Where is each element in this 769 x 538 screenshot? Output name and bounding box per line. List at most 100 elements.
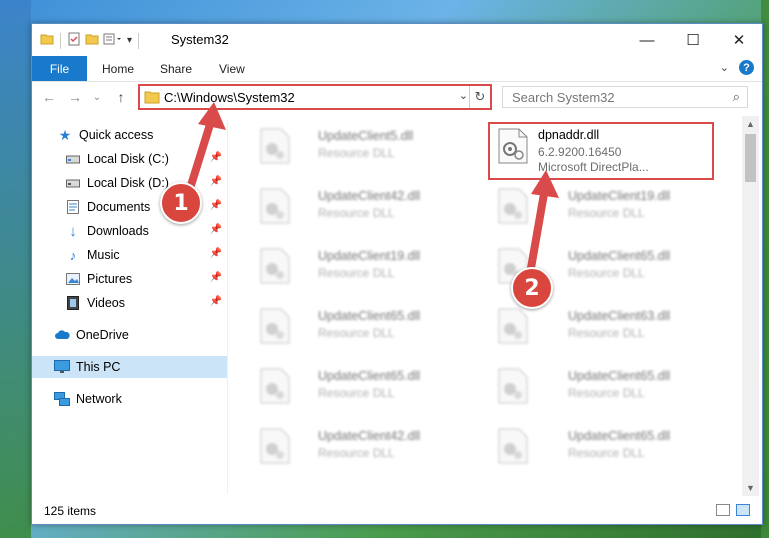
view-toggles	[716, 504, 750, 516]
refresh-icon: ↻	[474, 89, 486, 104]
file-name: UpdateClient65.dll	[568, 249, 671, 263]
quick-access-toolbar: ▾	[40, 32, 141, 49]
pin-icon[interactable]: 📌	[210, 296, 222, 307]
file-item[interactable]: UpdateClient42.dll Resource DLL	[252, 424, 472, 470]
window-title: System32	[171, 32, 229, 47]
file-item[interactable]: UpdateClient65.dll Resource DLL	[252, 364, 472, 410]
sidebar-item-label: This PC	[76, 360, 121, 374]
arrow-left-icon: ←	[42, 89, 56, 105]
file-type: Resource DLL	[568, 446, 645, 460]
cloud-icon	[54, 327, 70, 343]
pin-icon[interactable]: 📌	[210, 224, 222, 235]
file-item[interactable]: UpdateClient65.dll Resource DLL	[490, 424, 710, 470]
arrow-up-icon: ↑	[117, 89, 125, 105]
properties-icon[interactable]	[67, 32, 81, 49]
sidebar-item-this-pc[interactable]: This PC	[32, 356, 227, 378]
folder-icon	[40, 32, 54, 49]
tab-home[interactable]: Home	[102, 56, 134, 81]
file-name: UpdateClient63.dll	[568, 309, 671, 323]
chevron-down-icon: ⌄	[92, 91, 102, 103]
scroll-up-icon[interactable]: ▲	[742, 119, 759, 129]
search-icon: ⌕	[732, 89, 740, 104]
sidebar-item-downloads[interactable]: ↓ Downloads 📌	[32, 220, 227, 242]
dll-file-icon	[260, 368, 290, 404]
navigation-bar: ← → ⌄ ↑ C:\Windows\System32 ⌄ ↻ Search S…	[32, 82, 762, 114]
chevron-down-icon[interactable]: ⌄	[459, 89, 468, 102]
caption-buttons: — ☐ ✕	[624, 24, 762, 56]
sidebar-item-videos[interactable]: Videos 📌	[32, 292, 227, 314]
file-type: Resource DLL	[568, 206, 645, 220]
sidebar-item-label: Quick access	[79, 128, 154, 142]
status-bar: 125 items	[32, 498, 762, 524]
drive-icon	[65, 151, 81, 167]
dll-file-icon	[260, 308, 290, 344]
network-icon	[54, 391, 70, 407]
details-view-icon[interactable]	[716, 504, 730, 516]
minimize-icon: —	[639, 31, 655, 49]
file-type: Resource DLL	[318, 146, 395, 160]
file-item[interactable]: UpdateClient63.dll Resource DLL	[490, 304, 710, 350]
sidebar-item-label: Local Disk (D:)	[87, 176, 169, 190]
dll-file-icon	[498, 308, 528, 344]
customize-toolbar-icon[interactable]	[103, 32, 123, 49]
maximize-icon: ☐	[686, 32, 700, 49]
item-count: 125 items	[44, 504, 97, 518]
vertical-scrollbar[interactable]: ▲ ▼	[742, 116, 759, 496]
arrow-right-icon: →	[68, 89, 82, 105]
callout-badge-1: 1	[160, 182, 202, 224]
file-item[interactable]: UpdateClient65.dll Resource DLL	[252, 304, 472, 350]
file-name: UpdateClient65.dll	[568, 429, 671, 443]
file-item[interactable]: UpdateClient65.dll Resource DLL	[490, 364, 710, 410]
file-type: Resource DLL	[318, 326, 395, 340]
forward-button[interactable]: →	[66, 88, 84, 106]
refresh-button[interactable]: ↻	[469, 86, 490, 108]
tab-share[interactable]: Share	[160, 56, 192, 81]
dll-file-icon	[260, 428, 290, 464]
scroll-down-icon[interactable]: ▼	[742, 483, 759, 493]
tab-file[interactable]: File	[32, 56, 87, 81]
ribbon-tabs: File Home Share View ⌄ ?	[32, 56, 762, 82]
callout-arrow-2	[527, 170, 559, 272]
file-item[interactable]: UpdateClient42.dll Resource DLL	[252, 184, 472, 230]
title-bar: ▾ System32 — ☐ ✕	[32, 24, 762, 56]
expand-ribbon-icon[interactable]: ⌄	[720, 61, 729, 74]
ribbon-right: ⌄ ?	[720, 60, 754, 75]
minimize-button[interactable]: —	[624, 24, 670, 56]
dll-file-icon	[498, 428, 528, 464]
documents-icon	[65, 199, 81, 215]
sidebar-item-onedrive[interactable]: OneDrive	[32, 324, 227, 346]
file-type: Resource DLL	[568, 386, 645, 400]
pin-icon[interactable]: 📌	[210, 248, 222, 259]
dll-file-icon	[260, 188, 290, 224]
file-name: UpdateClient65.dll	[318, 369, 421, 383]
file-type: Resource DLL	[318, 386, 395, 400]
chevron-down-icon[interactable]: ▾	[127, 35, 132, 46]
videos-icon	[65, 295, 81, 311]
tiles-view-icon[interactable]	[736, 504, 750, 516]
sidebar-item-network[interactable]: Network	[32, 388, 227, 410]
pin-icon[interactable]: 📌	[210, 272, 222, 283]
file-name: UpdateClient19.dll	[318, 249, 421, 263]
close-button[interactable]: ✕	[716, 24, 762, 56]
downloads-icon: ↓	[69, 222, 77, 240]
sidebar-item-label: Videos	[87, 296, 125, 310]
sidebar-item-label: Pictures	[87, 272, 133, 286]
wallpaper-frond	[0, 0, 31, 538]
help-icon[interactable]: ?	[739, 60, 754, 75]
file-item[interactable]: UpdateClient5.dll Resource DLL	[252, 124, 472, 170]
back-button[interactable]: ←	[40, 88, 58, 106]
search-box[interactable]: Search System32 ⌕	[502, 86, 748, 108]
sidebar-item-pictures[interactable]: Pictures 📌	[32, 268, 227, 290]
new-folder-icon[interactable]	[85, 32, 99, 49]
sidebar-item-music[interactable]: ♪ Music 📌	[32, 244, 227, 266]
close-icon: ✕	[732, 32, 746, 49]
recent-locations-button[interactable]: ⌄	[88, 88, 106, 106]
maximize-button[interactable]: ☐	[670, 24, 716, 56]
tab-view[interactable]: View	[219, 56, 245, 81]
scrollbar-thumb[interactable]	[745, 134, 756, 182]
up-button[interactable]: ↑	[112, 88, 130, 106]
file-item[interactable]: UpdateClient19.dll Resource DLL	[252, 244, 472, 290]
callout-badge-2: 2	[511, 267, 553, 309]
search-input[interactable]: Search System32	[512, 90, 615, 105]
pictures-icon	[65, 271, 81, 287]
